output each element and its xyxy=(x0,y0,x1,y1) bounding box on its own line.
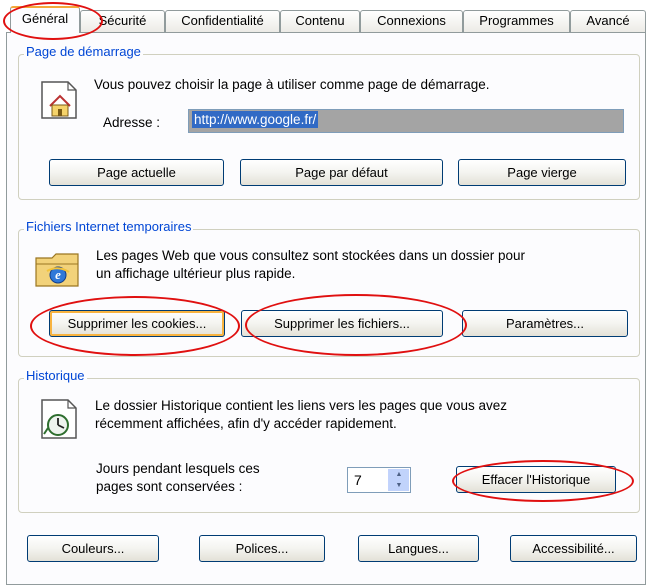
history-description-line2: récemment affichées, afin d'y accéder ra… xyxy=(95,416,397,431)
history-days-value: 7 xyxy=(354,472,362,488)
address-label: Adresse : xyxy=(103,115,161,130)
address-value: http://www.google.fr/ xyxy=(192,111,319,128)
history-description-line1: Le dossier Historique contient les liens… xyxy=(95,398,507,413)
tab-security[interactable]: Sécurité xyxy=(80,10,165,32)
languages-button[interactable]: Langues... xyxy=(358,535,479,562)
history-legend: Historique xyxy=(24,368,87,383)
tab-connections[interactable]: Connexions xyxy=(360,10,463,32)
tab-advanced[interactable]: Avancé xyxy=(570,10,646,32)
home-page-legend: Page de démarrage xyxy=(24,44,143,59)
history-icon xyxy=(41,399,77,439)
spinner-down-icon[interactable]: ▼ xyxy=(389,480,409,491)
days-label-line2: pages sont conservées : xyxy=(96,479,243,494)
default-page-button[interactable]: Page par défaut xyxy=(240,159,443,186)
colors-button[interactable]: Couleurs... xyxy=(27,535,159,562)
days-label-line1: Jours pendant lesquels ces xyxy=(96,461,260,476)
spinner-up-icon[interactable]: ▲ xyxy=(389,469,409,480)
temporary-files-icon: e xyxy=(35,253,79,287)
fonts-button[interactable]: Polices... xyxy=(199,535,325,562)
clear-history-button[interactable]: Effacer l'Historique xyxy=(456,466,616,493)
accessibility-button[interactable]: Accessibilité... xyxy=(510,535,637,562)
home-page-description: Vous pouvez choisir la page à utiliser c… xyxy=(94,77,490,92)
tab-general[interactable]: Général xyxy=(10,6,80,33)
history-days-stepper[interactable]: 7 ▲ ▼ xyxy=(347,467,411,493)
tab-programs[interactable]: Programmes xyxy=(463,10,570,32)
blank-page-button[interactable]: Page vierge xyxy=(458,159,626,186)
stepper-arrows: ▲ ▼ xyxy=(388,469,409,491)
current-page-button[interactable]: Page actuelle xyxy=(49,159,224,186)
settings-button[interactable]: Paramètres... xyxy=(462,310,628,337)
temp-files-legend: Fichiers Internet temporaires xyxy=(24,219,194,234)
delete-cookies-button[interactable]: Supprimer les cookies... xyxy=(49,310,225,337)
home-page-icon xyxy=(41,81,77,119)
delete-files-button[interactable]: Supprimer les fichiers... xyxy=(241,310,443,337)
tab-content[interactable]: Contenu xyxy=(280,10,360,32)
tab-privacy[interactable]: Confidentialité xyxy=(165,10,280,32)
address-field[interactable]: http://www.google.fr/ xyxy=(188,109,624,133)
temp-files-description-line2: un affichage ultérieur plus rapide. xyxy=(96,266,296,281)
temp-files-description-line1: Les pages Web que vous consultez sont st… xyxy=(96,248,526,263)
